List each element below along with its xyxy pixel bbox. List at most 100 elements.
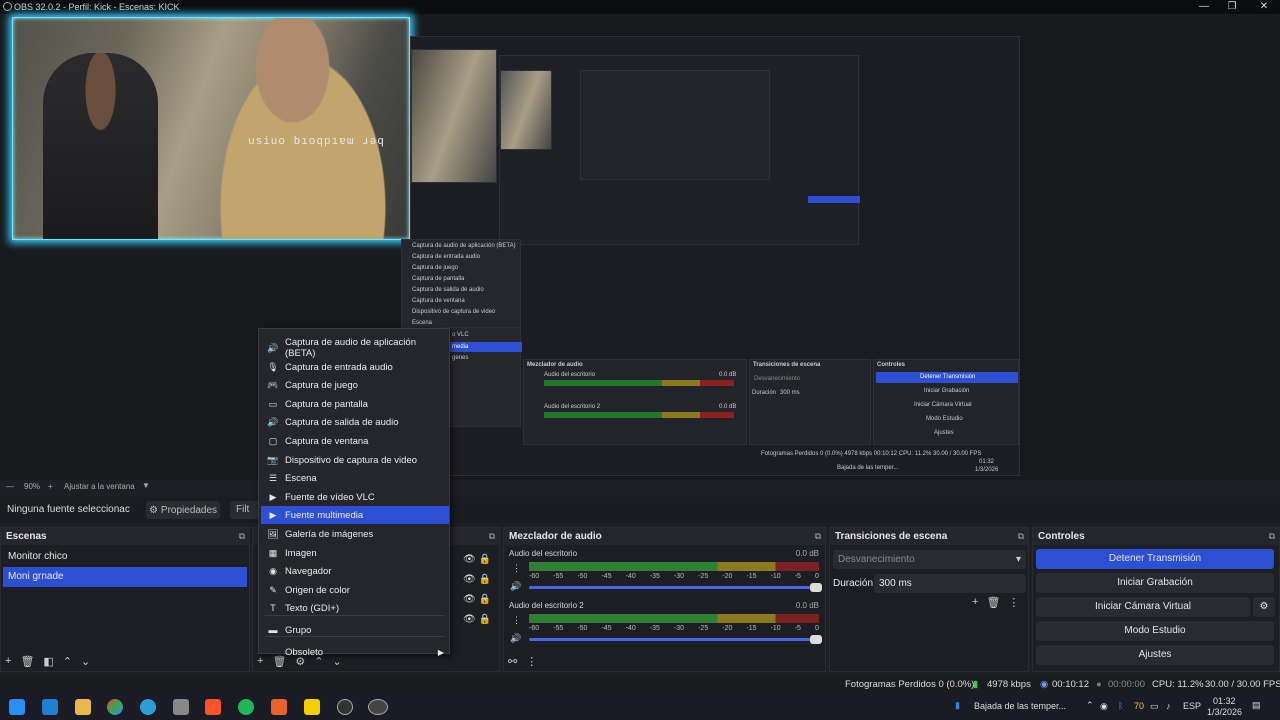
spotify-icon[interactable] [238,699,254,715]
scene-item[interactable]: Monitor chico [3,547,247,567]
weather-text[interactable]: Bajada de las temper... [974,701,1066,711]
slider-knob[interactable] [810,635,822,644]
obs-taskbar-icon[interactable] [337,699,353,715]
link-icon[interactable]: ⚯ [508,655,517,668]
kebab-icon[interactable]: ⋮ [512,615,521,626]
menu-item[interactable]: ▢ Captura de ventana [261,432,449,450]
nested-mixer-title: Mezclador de audio [527,362,583,368]
menu-item-label: Captura de salida de audio [285,416,399,428]
menu-item[interactable]: ▶ Fuente de vídeo VLC [261,488,449,506]
mirrored-overlay-text: usiuo bıoqpıɐɯ ɹǝq [248,136,385,148]
kebab-icon[interactable]: ⋮ [512,563,521,574]
scene-item[interactable]: Moni grnade [3,567,247,587]
windows-start-icon[interactable] [9,699,25,715]
dock-popout-icon[interactable]: ⧉ [239,528,245,545]
add-icon[interactable]: + [5,655,11,668]
start-recording-button[interactable]: Iniciar Grabación [1036,573,1274,593]
duration-input[interactable]: 300 ms [874,574,1026,593]
menu-item[interactable]: Obsoleto ▶ [261,643,449,661]
dock-popout-icon[interactable]: ⧉ [489,528,495,545]
slider-knob[interactable] [810,583,822,592]
dock-popout-icon[interactable]: ⧉ [815,528,821,545]
stream-time: 00:10:12 [1052,679,1089,690]
menu-item[interactable]: 🔊 Captura de audio de aplicación (BETA) [261,337,449,359]
chrome-icon[interactable] [107,699,123,715]
sticky-notes-icon[interactable] [304,699,320,715]
menu-item[interactable]: 📷 Dispositivo de captura de video [261,451,449,469]
menu-item[interactable]: ✎ Origen de color [261,581,449,599]
menu-item-label: Dispositivo de captura de video [285,454,418,466]
menu-item[interactable]: 🎮 Captura de juego [261,376,449,394]
menu-item[interactable]: ▶ Fuente multimedia [261,506,449,524]
dock-popout-icon[interactable]: ⧉ [1018,528,1024,545]
add-icon[interactable]: + [972,596,978,609]
transition-value: Desvanecimiento [838,554,915,565]
properties-button[interactable]: ⚙ Propiedades [146,501,220,519]
window-titlebar: OBS 32.0.2 - Perfil: Kick - Escenas: KIC… [0,0,1280,14]
bluetooth-icon[interactable]: ᛒ [1118,701,1123,711]
network-icon[interactable]: ▭ [1150,701,1159,712]
eye-icon[interactable]: 👁 🔒 [463,610,491,630]
mixer-title: Mezclador de audio [509,531,602,542]
vscode-icon[interactable] [42,699,58,715]
kebab-icon[interactable]: ⋮ [526,655,537,668]
track-db: 0.0 dB [795,601,819,610]
move-down-icon[interactable]: ⌄ [81,655,90,668]
eye-icon[interactable]: 👁 🔒 [463,590,491,610]
microphone-app-icon[interactable] [271,699,287,715]
trash-icon[interactable]: 🗑 [986,596,1000,609]
zoom-level[interactable]: 90% [24,482,40,491]
settings-button[interactable]: Ajustes [1036,645,1274,665]
nested-menu-item: Captura de juego [412,265,459,271]
play-icon: ▶ [269,491,277,502]
fit-window-label[interactable]: Ajustar a la ventana [64,482,135,491]
no-source-label: Ninguna fuente seleccionac [7,504,130,515]
speaker-icon[interactable]: 🔊 [510,581,521,592]
transition-select[interactable]: Desvanecimiento ▾ [833,550,1026,569]
track-name: Audio del escritorio [509,549,578,558]
track-db: 0.0 dB [795,549,819,558]
menu-separator [265,615,445,616]
menu-item[interactable]: ◉ Navegador [261,562,449,580]
maximize-button[interactable]: ❐ [1216,0,1248,14]
move-up-icon[interactable]: ⌃ [63,655,72,668]
close-button[interactable]: ✕ [1248,0,1280,14]
obs-active-icon[interactable] [368,699,388,715]
clock-date[interactable]: 1/3/2026 [1207,707,1242,717]
webcam-source[interactable]: usiuo bıoqpıɐɯ ɹǝq [12,17,410,240]
language-indicator[interactable]: ESP [1183,701,1201,711]
speaker-icon[interactable]: 🔊 [510,633,521,644]
tray-icon[interactable]: ◉ [1100,701,1108,712]
brave-icon[interactable] [205,699,221,715]
start-virtual-camera-button[interactable]: Iniciar Cámara Virtual [1036,597,1250,617]
stop-streaming-button[interactable]: Detener Transmisión [1036,549,1274,569]
clock-time[interactable]: 01:32 [1213,696,1236,706]
notification-icon[interactable]: ▤ [1252,700,1261,711]
power-icon[interactable] [140,699,156,715]
file-explorer-icon[interactable] [75,699,91,715]
chevron-up-icon[interactable]: ⌃ [1086,700,1094,711]
menu-item[interactable]: 🎙 Captura de entrada audio [261,358,449,376]
menu-item[interactable]: ▦ Imagen [261,544,449,562]
eye-icon[interactable]: 👁 🔒 [463,550,491,570]
volume-slider[interactable] [529,583,822,592]
chevron-down-icon[interactable]: ▼ [142,481,150,490]
studio-mode-button[interactable]: Modo Estudio [1036,621,1274,641]
app-icon[interactable] [173,699,189,715]
menu-item[interactable]: 🔊 Captura de salida de audio [261,413,449,431]
volume-icon[interactable]: ♪ [1166,701,1171,711]
dock-popout-icon[interactable]: ⧉ [1269,528,1275,545]
menu-item-label: Captura de entrada audio [285,361,393,373]
menu-item[interactable]: 🖼 Galería de imágenes [261,525,449,543]
virtual-camera-settings-button[interactable]: ⚙ [1253,597,1275,617]
eye-icon[interactable]: 👁 🔒 [463,570,491,590]
filter-icon[interactable]: ◧ [43,655,53,668]
menu-item[interactable]: ☰ Escena [261,469,449,487]
menu-item[interactable]: ▭ Captura de pantalla [261,395,449,413]
menu-item-label: Captura de audio de aplicación (BETA) [285,337,416,359]
trash-icon[interactable]: 🗑 [20,655,34,668]
zoom-in-icon[interactable]: + [48,482,53,491]
volume-slider[interactable] [529,635,822,644]
kebab-icon[interactable]: ⋮ [1008,596,1019,609]
zoom-out-icon[interactable]: — [6,482,14,491]
